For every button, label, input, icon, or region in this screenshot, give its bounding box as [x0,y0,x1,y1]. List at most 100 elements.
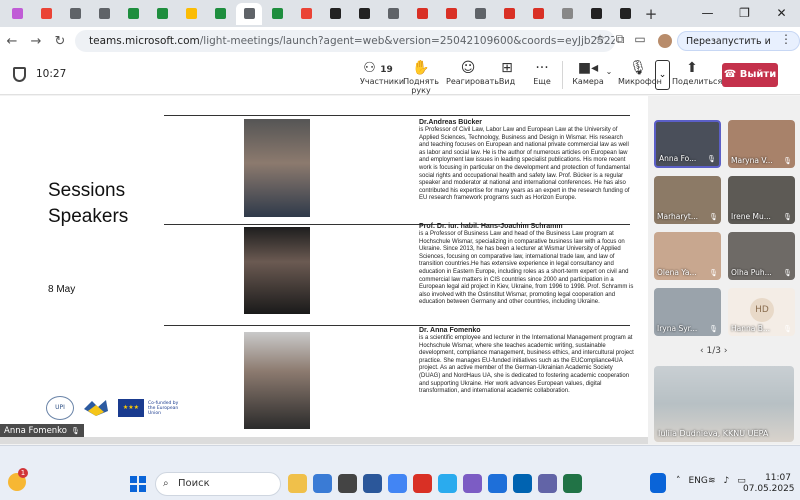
prev-page-icon[interactable]: ‹ [700,346,704,356]
react-button[interactable]: ☺ Реагировать [446,59,500,86]
participant-tile[interactable]: Olha Puh... 🎙 [728,232,795,280]
pinned-app-icon[interactable] [338,474,357,493]
mic-options-chevron-icon[interactable]: ⌄ [655,60,670,90]
pinned-app-icon[interactable] [463,474,482,493]
browser-tab[interactable] [207,3,234,25]
browser-tab[interactable] [351,3,378,25]
camera-options-chevron-icon[interactable]: ⌄ [604,67,614,76]
divider-line [164,115,630,116]
browser-tab[interactable] [120,3,147,25]
browser-tab[interactable] [322,3,349,25]
pinned-app-icon[interactable] [413,474,432,493]
participants-button[interactable]: ⚇ 19 Участники [360,59,404,86]
speaker-photo-fomenko [244,332,310,429]
tab-favicon-icon [591,8,602,19]
pinned-app-icon[interactable] [363,474,382,493]
camera-button[interactable]: ■◂ Камера [572,59,604,86]
new-tab-button[interactable]: + [641,5,661,23]
browser-tab[interactable] [149,3,176,25]
speaker-photo-bucker [244,119,310,217]
system-clock[interactable]: 11:07 07.05.2025 [743,473,795,495]
next-page-icon[interactable]: › [724,346,728,356]
taskbar-search-input[interactable]: ⌕ Поиск [155,472,281,496]
microphone-button[interactable]: 🎙 Микрофон [618,59,662,86]
pinned-app-icon[interactable] [388,474,407,493]
browser-tab[interactable] [380,3,407,25]
bookmark-star-icon[interactable]: ☆ [590,32,610,47]
sidebar-icon[interactable]: ▭ [630,32,650,47]
minimize-icon[interactable]: — [689,0,726,27]
mic-muted-icon: 🎙 [783,325,792,333]
close-window-icon[interactable]: ✕ [763,0,800,27]
participant-tile[interactable]: HD Hanna B... 🎙 [728,288,795,336]
participant-name: Anna Fo... [659,154,697,163]
browser-tab[interactable] [438,3,465,25]
forward-icon[interactable]: → [24,34,48,49]
browser-tab[interactable] [583,3,610,25]
browser-tab[interactable] [33,3,60,25]
pinned-app-icon[interactable] [538,474,557,493]
browser-tab[interactable] [62,3,89,25]
tray-chevron-icon[interactable]: ˄ [676,476,681,486]
pinned-app-icon[interactable] [313,474,332,493]
participant-tile[interactable]: Marharyt... 🎙 [654,176,721,224]
browser-tab[interactable] [293,3,320,25]
profile-avatar[interactable] [658,34,672,48]
browser-tab[interactable] [496,3,523,25]
leave-button[interactable]: ☎ Выйти [722,63,778,87]
participant-name: Iryna Syr... [657,324,698,333]
spotlight-participant-tile[interactable]: Iuliia Dudnieva, KKNU UEPA [654,366,794,442]
participant-tile[interactable]: Anna Fo... 🎙 [654,120,721,168]
mic-in-use-icon[interactable] [650,473,666,493]
mic-muted-icon: 🎙 [709,269,718,277]
pinned-app-icon[interactable] [513,474,532,493]
participant-tile[interactable]: Iryna Syr... 🎙 [654,288,721,336]
browser-tab[interactable] [525,3,552,25]
browser-tab[interactable] [236,2,262,25]
url-field[interactable]: teams.microsoft.com/light-meetings/launc… [75,30,615,52]
pinned-app-icon[interactable] [488,474,507,493]
pinned-app-icon[interactable] [438,474,457,493]
pinned-apps [288,474,588,493]
browser-tab[interactable] [612,3,639,25]
participant-tile[interactable]: Irene Mu... 🎙 [728,176,795,224]
participant-tile[interactable]: Maryna V... 🎙 [728,120,795,168]
view-button[interactable]: ⊞ Вид [494,59,520,86]
raise-hand-button[interactable]: ✋ Поднять руку [398,59,444,95]
url-path: /light-meetings/launch?agent=web&version… [199,35,615,47]
clock-time: 11:07 [765,473,791,483]
tab-favicon-icon [128,8,139,19]
wifi-icon[interactable]: ≋ [708,476,716,486]
browser-tab[interactable] [264,3,291,25]
microphone-label: Микрофон [618,77,662,86]
input-language[interactable]: ENG [689,476,708,486]
smiley-icon: ☺ [460,60,476,76]
browser-tab[interactable] [409,3,436,25]
reload-icon[interactable]: ↻ [48,34,72,49]
raise-hand-label: Поднять руку [403,77,439,95]
pinned-app-icon[interactable] [563,474,582,493]
mic-muted-icon: 🎙 [783,269,792,277]
share-icon: ⬆ [686,60,698,76]
react-label: Реагировать [446,77,500,86]
tab-favicon-icon [533,8,544,19]
search-placeholder: Поиск [178,478,210,489]
back-icon[interactable]: ← [0,34,24,49]
pinned-app-icon[interactable] [288,474,307,493]
speaker-bio-fomenko: Dr. Anna Fomenko is a scientific employe… [419,326,634,396]
browser-tab[interactable] [178,3,205,25]
extensions-icon[interactable]: ⧉ [610,32,630,47]
browser-tab[interactable] [4,3,31,25]
windows-start-icon[interactable] [130,476,146,492]
browser-tab[interactable] [91,3,118,25]
share-button[interactable]: ⬆ Поделиться [672,59,723,86]
browser-menu-icon[interactable]: ⋮ [780,32,792,46]
maximize-icon[interactable]: ❐ [726,0,763,27]
browser-tab[interactable] [467,3,494,25]
volume-icon[interactable]: ♪ [724,476,730,486]
participant-tile[interactable]: Olena Ya... 🎙 [654,232,721,280]
more-button[interactable]: ··· Еще [529,59,555,86]
browser-tab[interactable] [554,3,581,25]
share-label: Поделиться [672,77,723,86]
gallery-pager: ‹ 1/3 › [700,346,727,356]
